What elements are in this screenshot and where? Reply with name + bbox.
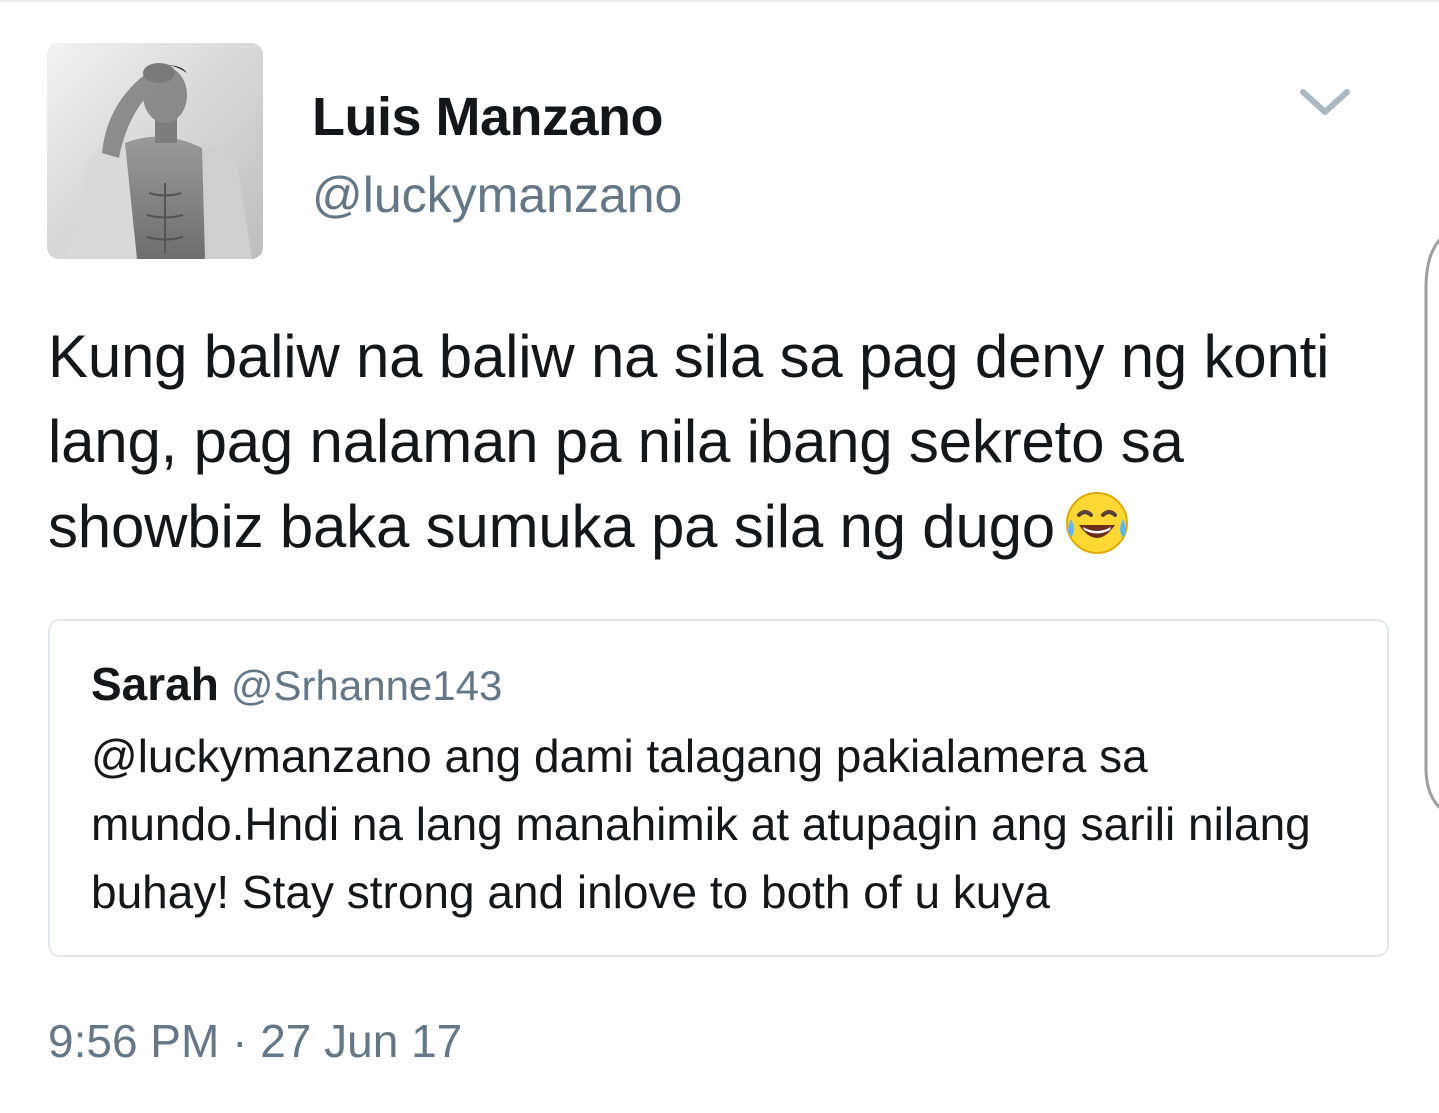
tweet-text-block: Kung baliw na baliw na sila sa pag deny … <box>48 314 1368 579</box>
chevron-down-icon[interactable] <box>1297 82 1353 122</box>
top-divider <box>0 0 1439 2</box>
quoted-tweet-card[interactable]: Sarah @Srhanne143 @luckymanzano ang dami … <box>48 619 1389 957</box>
quoted-author-handle: @Srhanne143 <box>230 662 503 709</box>
quoted-author-name: Sarah <box>91 658 219 710</box>
quoted-tweet-header: Sarah @Srhanne143 <box>91 657 502 711</box>
tweet-text: Kung baliw na baliw na sila sa pag deny … <box>48 323 1330 560</box>
quoted-tweet-text: @luckymanzano ang dami talagang pakialam… <box>91 730 1311 918</box>
author-handle[interactable]: @luckymanzano <box>312 166 682 224</box>
profile-photo <box>47 43 263 259</box>
tweet-timestamp[interactable]: 9:56 PM · 27 Jun 17 <box>48 1014 462 1068</box>
avatar[interactable] <box>47 43 263 259</box>
author-display-name[interactable]: Luis Manzano <box>312 86 664 148</box>
device-edge <box>1420 228 1439 1108</box>
face-with-tears-of-joy-icon <box>1063 489 1131 579</box>
